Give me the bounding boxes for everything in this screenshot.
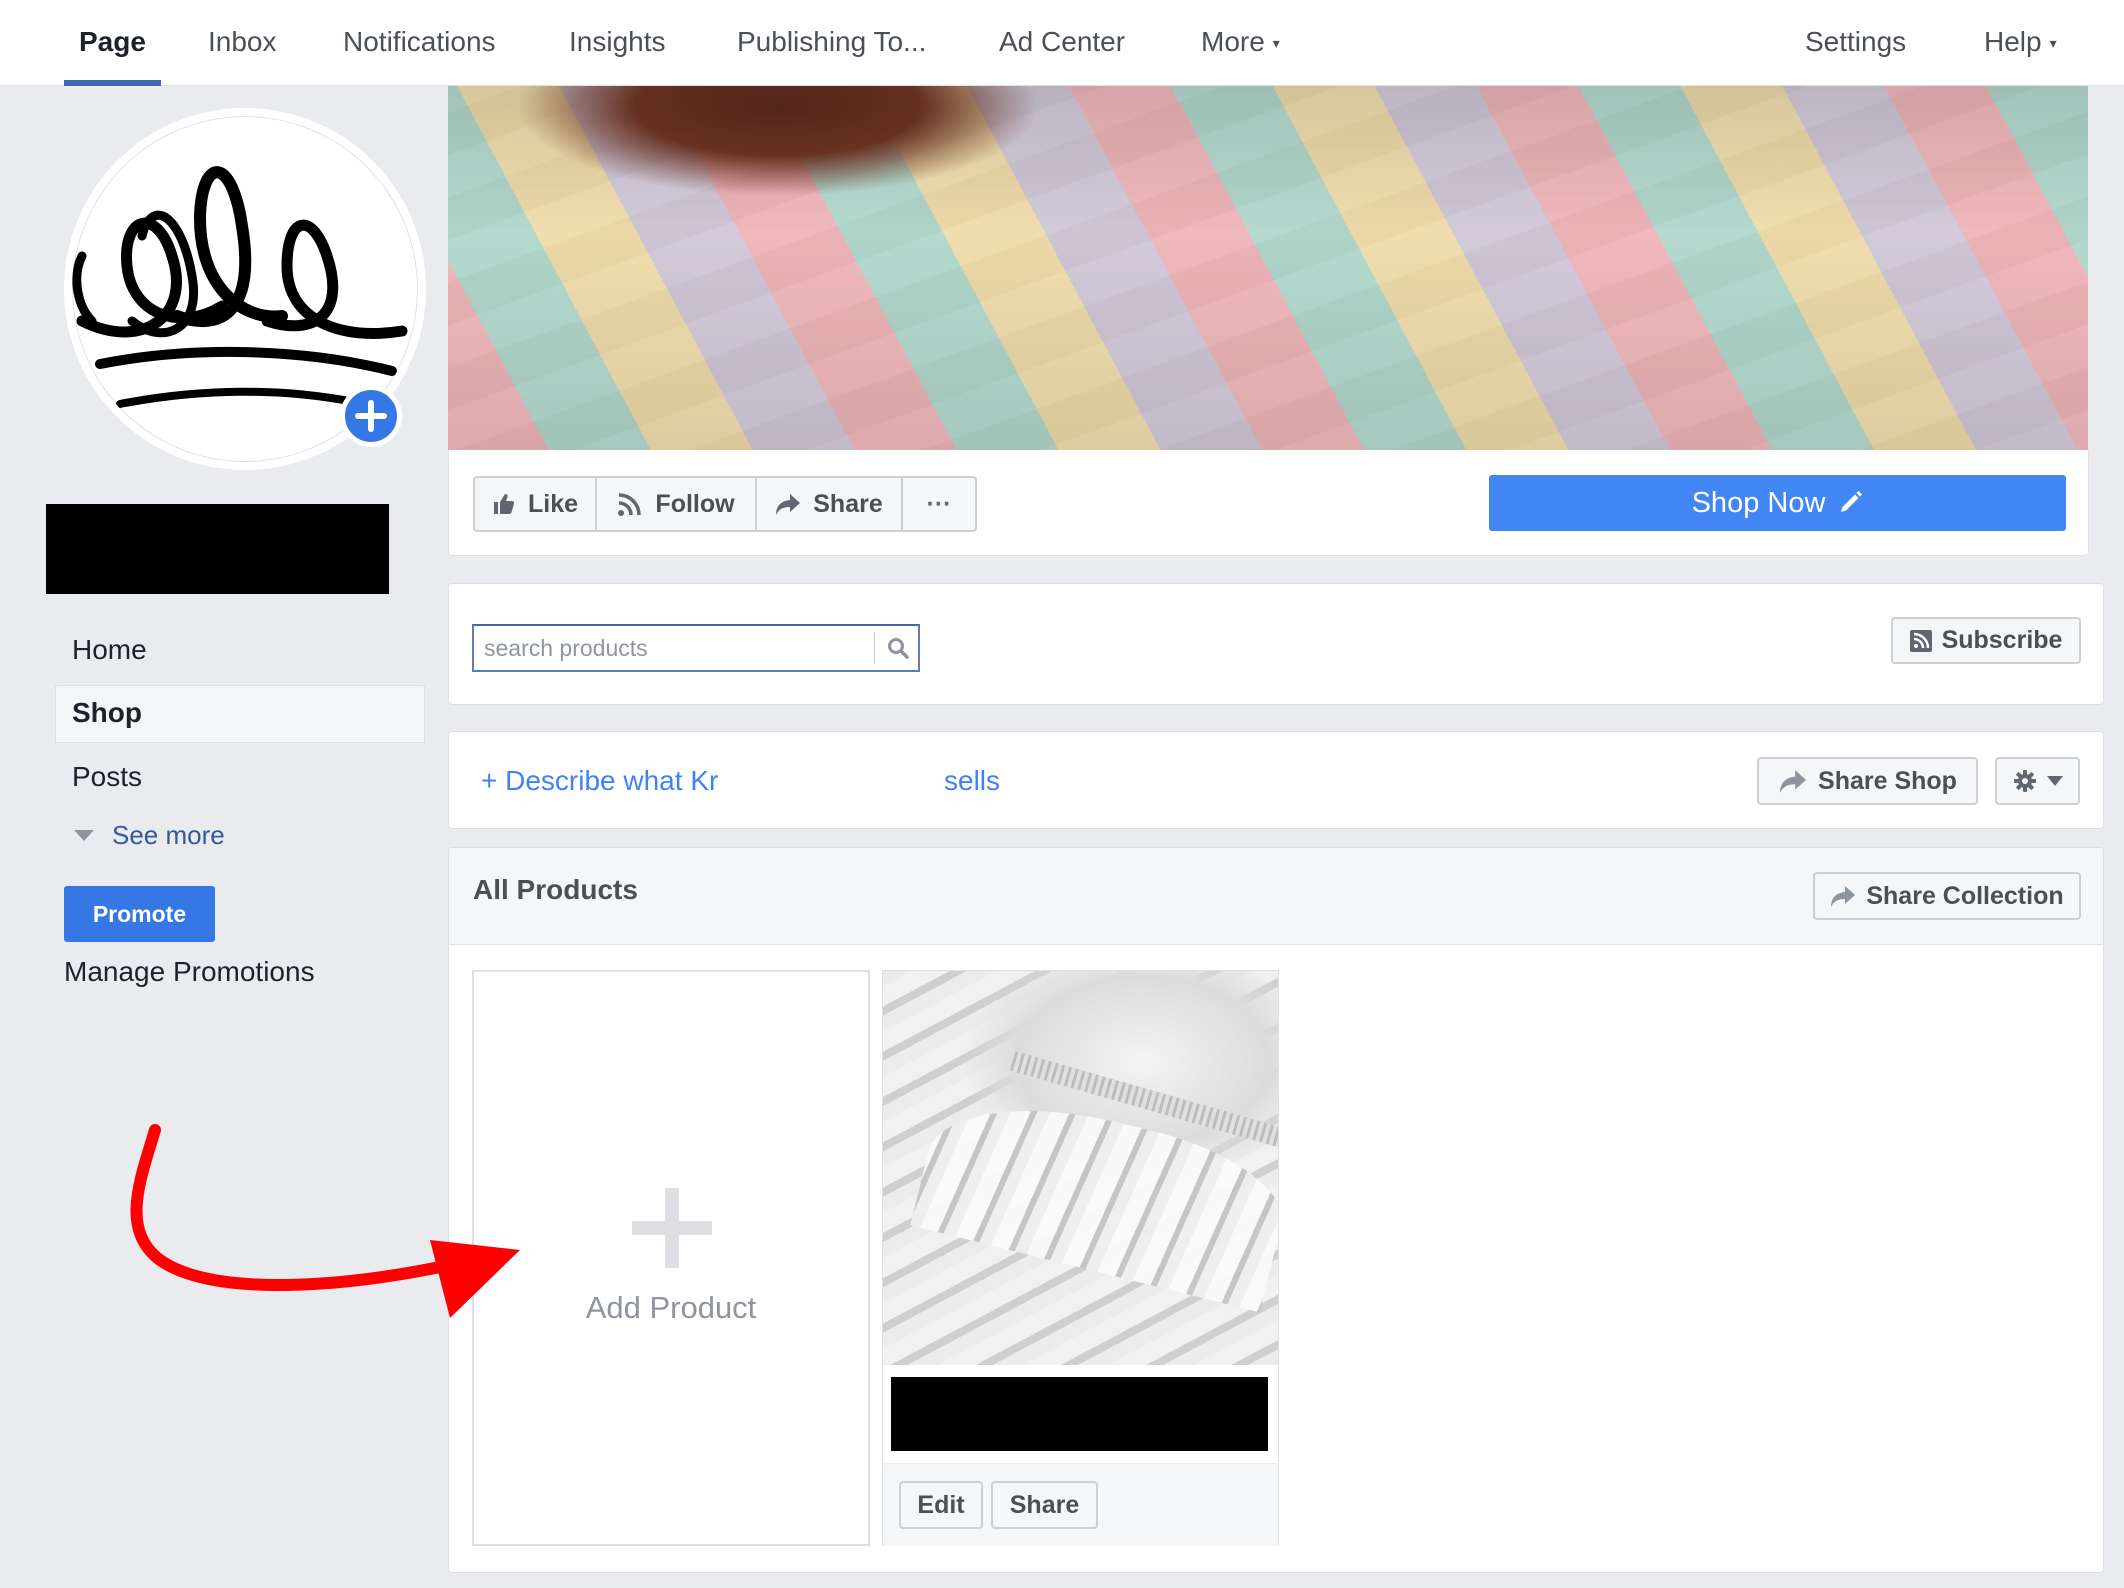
- more-options-button[interactable]: ···: [901, 476, 977, 532]
- share-product-button[interactable]: Share: [991, 1481, 1098, 1529]
- tab-more-label: More: [1201, 26, 1265, 57]
- product-card[interactable]: Edit Share: [882, 970, 1279, 1546]
- share-arrow-icon: [776, 494, 801, 515]
- follow-button[interactable]: Follow: [595, 476, 757, 532]
- thumbs-up-icon: [493, 494, 515, 514]
- pencil-edit-icon: [1841, 491, 1863, 512]
- subscribe-button[interactable]: Subscribe: [1891, 617, 2081, 664]
- rss-follow-icon: [618, 493, 642, 516]
- promote-button[interactable]: Promote: [64, 886, 215, 942]
- share-shop-button[interactable]: Share Shop: [1757, 757, 1978, 805]
- tab-notifications[interactable]: Notifications: [343, 26, 496, 58]
- more-dots-icon: ···: [926, 489, 952, 518]
- share-collection-label: Share Collection: [1866, 881, 2064, 910]
- describe-shop-link[interactable]: + Describe what Kr: [481, 765, 718, 797]
- subscribe-label: Subscribe: [1941, 626, 2063, 654]
- sidebar-item-posts[interactable]: Posts: [72, 761, 142, 793]
- shop-description-panel: + Describe what Kr sells Share Shop: [448, 731, 2104, 829]
- search-button[interactable]: [878, 626, 918, 670]
- follow-label: Follow: [655, 489, 735, 518]
- see-more-label: See more: [112, 820, 225, 850]
- rss-feed-icon: [1909, 629, 1932, 652]
- collection-header: All Products Share Collection: [449, 848, 2103, 945]
- gear-icon: [2013, 770, 2036, 792]
- share-button[interactable]: Share: [755, 476, 903, 532]
- magnifier-icon: [888, 638, 909, 659]
- all-products-collection: All Products Share Collection Add Produc…: [448, 847, 2104, 1573]
- search-box: [472, 624, 920, 672]
- edit-product-button[interactable]: Edit: [899, 1481, 983, 1529]
- product-card-footer: Edit Share: [883, 1463, 1278, 1546]
- shop-settings-dropdown[interactable]: [1995, 757, 2080, 805]
- caret-down-icon: ▾: [1272, 35, 1280, 52]
- top-navigation-bar: Page Inbox Notifications Insights Publis…: [0, 0, 2124, 86]
- shop-now-label: Shop Now: [1691, 486, 1826, 519]
- see-more-link[interactable]: See more: [74, 820, 225, 851]
- tab-insights[interactable]: Insights: [569, 26, 666, 58]
- describe-shop-link-suffix[interactable]: sells: [944, 765, 1000, 797]
- add-product-label: Add Product: [585, 1290, 757, 1325]
- like-button[interactable]: Like: [473, 476, 597, 532]
- tab-ad-center[interactable]: Ad Center: [999, 26, 1125, 58]
- caret-down-icon: ▾: [2049, 35, 2057, 52]
- active-tab-indicator: [64, 80, 161, 86]
- cover-photo[interactable]: [448, 86, 2088, 452]
- search-divider: [874, 632, 875, 664]
- shop-search-panel: Subscribe: [448, 583, 2104, 705]
- sidebar-item-shop-label: Shop: [72, 697, 142, 728]
- manage-promotions-link[interactable]: Manage Promotions: [64, 956, 315, 988]
- shop-now-button[interactable]: Shop Now: [1489, 475, 2066, 531]
- collection-title: All Products: [473, 874, 638, 905]
- share-label: Share: [813, 489, 883, 518]
- like-label: Like: [527, 489, 579, 518]
- share-arrow-icon: [1780, 770, 1807, 793]
- tab-help-label: Help: [1984, 26, 2042, 57]
- search-products-input[interactable]: [474, 626, 874, 670]
- add-profile-photo-icon[interactable]: [340, 385, 402, 447]
- page-name-redacted: [46, 504, 389, 594]
- triangle-down-icon: [74, 830, 94, 841]
- share-arrow-icon: [1831, 886, 1856, 907]
- tab-page[interactable]: Page: [79, 26, 146, 58]
- page-actions-bar: Like Follow Share ··· Shop Now: [448, 450, 2089, 556]
- share-collection-button[interactable]: Share Collection: [1813, 872, 2081, 920]
- cover-photo-shade: [448, 86, 2088, 452]
- sidebar-item-home[interactable]: Home: [72, 634, 147, 666]
- tab-help[interactable]: Help ▾: [1984, 26, 2057, 58]
- share-shop-label: Share Shop: [1818, 766, 1957, 795]
- tab-more[interactable]: More ▾: [1201, 26, 1280, 58]
- plus-icon: [632, 1188, 712, 1268]
- caret-down-icon: [2046, 776, 2063, 786]
- tab-settings[interactable]: Settings: [1805, 26, 1906, 58]
- tab-publishing-tools[interactable]: Publishing To...: [737, 26, 926, 58]
- product-image[interactable]: [883, 971, 1278, 1365]
- product-name-redacted: [891, 1377, 1268, 1451]
- tab-inbox[interactable]: Inbox: [208, 26, 277, 58]
- add-product-card[interactable]: Add Product: [472, 970, 870, 1546]
